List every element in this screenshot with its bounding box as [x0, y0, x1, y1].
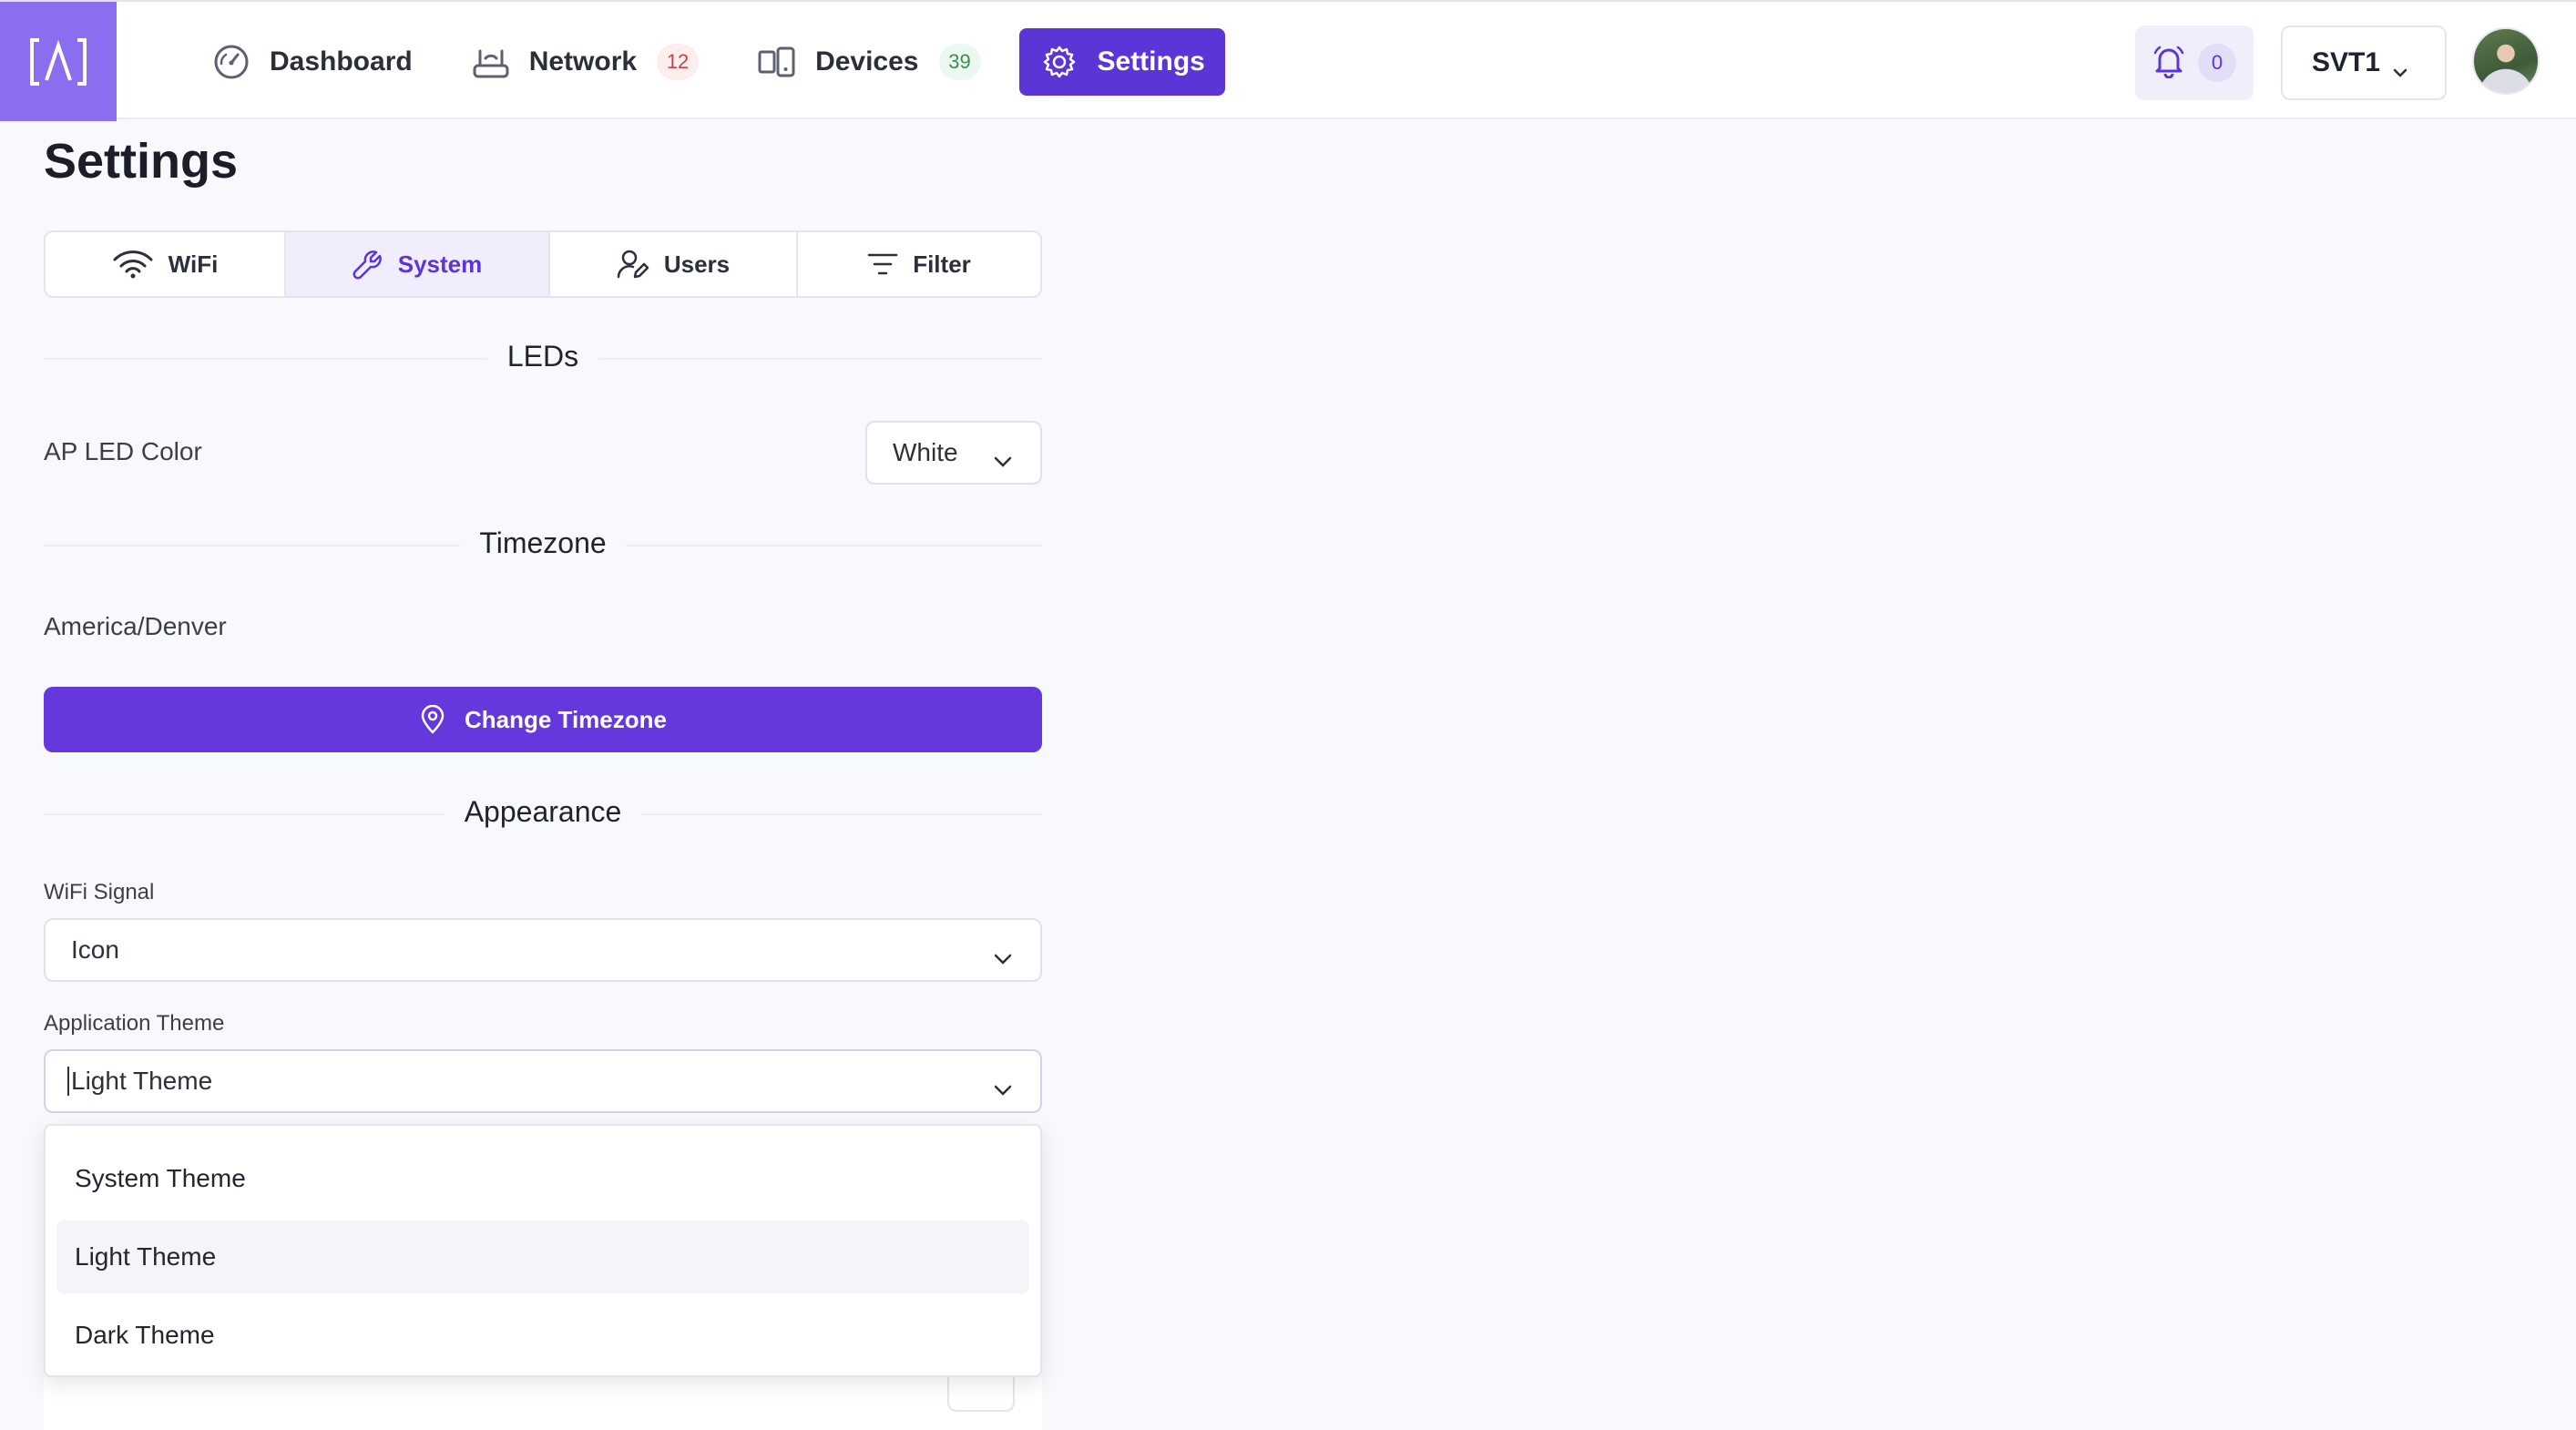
section-heading-leds: LEDs	[486, 340, 599, 373]
tab-users[interactable]: Users	[550, 232, 798, 296]
wifi-icon	[112, 250, 154, 279]
timezone-value: America/Denver	[44, 612, 227, 640]
tab-filter[interactable]: Filter	[798, 232, 1040, 296]
chevron-down-icon	[2392, 55, 2408, 86]
tab-users-label: Users	[663, 250, 731, 278]
tab-system[interactable]: System	[286, 232, 550, 296]
theme-option-dark[interactable]: Dark Theme	[56, 1299, 1029, 1372]
theme-option-light[interactable]: Light Theme	[56, 1221, 1029, 1293]
section-heading-appearance: Appearance	[444, 795, 642, 829]
obscured-button[interactable]	[947, 1372, 1015, 1412]
site-selector-value: SVT1	[2312, 47, 2381, 77]
user-avatar[interactable]	[2472, 27, 2540, 95]
app-theme-label: Application Theme	[44, 1011, 225, 1036]
section-divider-timezone: Timezone	[44, 526, 1042, 560]
tab-filter-label: Filter	[913, 250, 971, 278]
change-timezone-label: Change Timezone	[464, 705, 667, 733]
section-divider-leds: LEDs	[44, 340, 1042, 373]
nav-network-label: Network	[528, 46, 638, 77]
notifications-button[interactable]: 0	[2135, 26, 2254, 100]
nav-network[interactable]: Network 12	[451, 28, 719, 96]
map-pin-icon	[419, 705, 446, 734]
text-cursor	[67, 1067, 69, 1096]
router-icon	[471, 42, 511, 82]
wifi-signal-label: WiFi Signal	[44, 880, 155, 904]
notification-count: 0	[2198, 44, 2236, 82]
app-theme-select[interactable]: Light Theme	[44, 1049, 1042, 1113]
led-color-value: White	[893, 438, 958, 466]
app-logo[interactable]	[0, 2, 117, 121]
section-divider-appearance: Appearance	[44, 795, 1042, 829]
page-title: Settings	[44, 134, 239, 189]
filter-icon	[867, 252, 898, 276]
nav-devices-label: Devices	[815, 46, 919, 77]
network-count-badge: 12	[657, 44, 700, 80]
chevron-down-icon	[993, 943, 1013, 972]
devices-icon	[757, 42, 797, 82]
tab-system-label: System	[397, 250, 483, 278]
obscured-settings-row	[44, 1372, 1042, 1430]
chevron-down-icon	[993, 445, 1013, 475]
top-bar: Dashboard Network 12 Devices 39 Settings	[0, 0, 2576, 121]
devices-count-badge: 39	[938, 44, 981, 80]
settings-tabs: WiFi System Users Filter	[44, 230, 1042, 298]
nav-devices[interactable]: Devices 39	[737, 28, 1000, 96]
wifi-signal-value: Icon	[71, 935, 119, 964]
nav-dashboard-label: Dashboard	[270, 46, 413, 77]
nav-settings[interactable]: Settings	[1018, 28, 1225, 96]
theme-dropdown-menu: System Theme Light Theme Dark Theme	[44, 1124, 1042, 1377]
led-color-select[interactable]: White	[865, 421, 1042, 485]
led-color-label: AP LED Color	[44, 437, 202, 465]
tab-wifi-label: WiFi	[168, 250, 219, 278]
main-nav: Dashboard Network 12 Devices 39 Settings	[191, 28, 1243, 96]
section-heading-timezone: Timezone	[459, 526, 627, 560]
app-theme-value: Light Theme	[71, 1067, 213, 1095]
gauge-icon	[211, 42, 251, 82]
nav-settings-label: Settings	[1097, 46, 1205, 77]
tab-wifi[interactable]: WiFi	[46, 232, 286, 296]
site-selector[interactable]: SVT1	[2281, 26, 2447, 100]
wrench-icon	[353, 249, 383, 280]
logo-icon	[30, 37, 87, 86]
user-edit-icon	[617, 249, 649, 280]
change-timezone-button[interactable]: Change Timezone	[44, 687, 1042, 752]
theme-option-system[interactable]: System Theme	[56, 1142, 1029, 1215]
bell-icon	[2152, 44, 2185, 83]
chevron-down-icon	[993, 1074, 1013, 1103]
gear-icon	[1039, 42, 1079, 82]
nav-dashboard[interactable]: Dashboard	[191, 28, 433, 96]
wifi-signal-select[interactable]: Icon	[44, 918, 1042, 982]
